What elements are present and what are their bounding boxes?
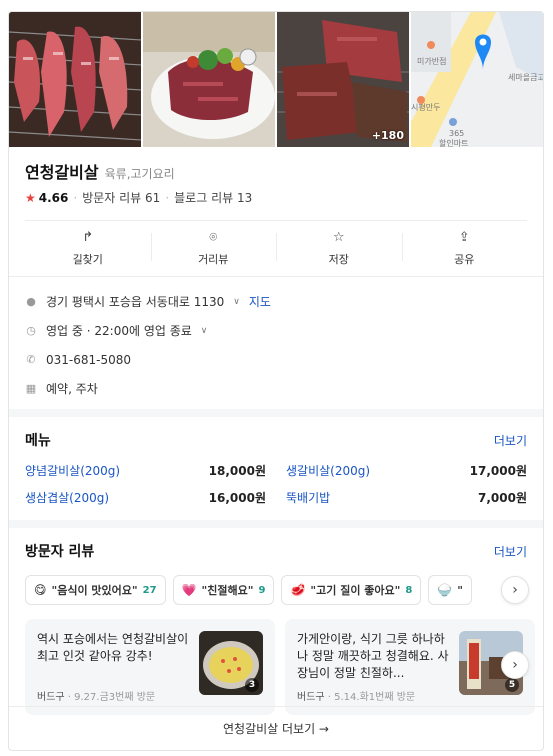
action-bar: ↱ 길찾기 ⌾ 거리뷰 ☆ 저장 ⇪ 공유 bbox=[25, 220, 527, 276]
map-label: 세마을금고 bbox=[508, 73, 543, 82]
review-more-link[interactable]: 더보기 bbox=[494, 543, 527, 560]
blog-review-count[interactable]: 블로그 리뷰 13 bbox=[174, 189, 252, 206]
place-card: +180 미가반점 세마을금고 시평만두 365 할인마트 연청갈비살 육류,고… bbox=[8, 11, 544, 751]
keyword-chip[interactable]: 🥩 "고기 질이 좋아요" 8 bbox=[281, 575, 422, 605]
map-label: 할인마트 bbox=[439, 138, 468, 147]
street-view-button[interactable]: ⌾ 거리뷰 bbox=[150, 221, 277, 276]
keyword-chip[interactable]: 💗 "친절해요" 9 bbox=[172, 575, 275, 605]
more-about-place-link[interactable]: 연청갈비살 더보기 → bbox=[9, 706, 543, 750]
share-button[interactable]: ⇪ 공유 bbox=[401, 221, 528, 276]
review-text: 가게안이랑, 식기 그릇 하나하나 정말 깨끗하고 청결해요. 사장님이 정말 … bbox=[297, 632, 449, 680]
review-text: 역시 포승에서는 연청갈비살이 최고 인것 같아유 강추! bbox=[37, 632, 189, 663]
photo-count: 3 bbox=[245, 678, 259, 692]
place-details: ● 경기 평택시 포승읍 서동대로 1130 ∨ 지도 ◷ 영업 중 · 22:… bbox=[9, 276, 543, 409]
review-meta: 버드구 · 5.14.화1번째 방문 bbox=[297, 692, 416, 703]
place-name[interactable]: 연청갈비살 bbox=[25, 159, 99, 183]
review-meta: 버드구 · 9.27.금3번째 방문 bbox=[37, 692, 156, 703]
location-pin-icon: ⌾ bbox=[209, 229, 218, 245]
address-text[interactable]: 경기 평택시 포승읍 서동대로 1130 bbox=[46, 293, 224, 310]
menu-item[interactable]: 뚝배기밥 7,000원 bbox=[286, 489, 527, 506]
review-card[interactable]: 가게안이랑, 식기 그릇 하나하나 정말 깨끗하고 청결해요. 사장님이 정말 … bbox=[285, 619, 535, 715]
chevron-right-icon[interactable]: › bbox=[501, 651, 529, 679]
menu-title: 메뉴 bbox=[25, 433, 51, 449]
location-pin-icon: ● bbox=[26, 295, 36, 308]
store-icon: ▦ bbox=[25, 382, 37, 395]
hours-text[interactable]: 영업 중 · 22:00에 영업 종료 bbox=[46, 322, 192, 339]
place-category: 육류,고기요리 bbox=[104, 167, 175, 181]
map-label: 시평만두 bbox=[411, 102, 440, 112]
menu-section: 메뉴 더보기 양념갈비살(200g) 18,000원 생갈비살(200g) 17… bbox=[9, 409, 543, 520]
amenities-text: 예약, 주차 bbox=[46, 382, 98, 396]
chevron-right-icon[interactable]: › bbox=[501, 576, 529, 604]
share-icon: ⇪ bbox=[458, 229, 470, 245]
meat-icon: 🥩 bbox=[290, 583, 306, 597]
photo-count-badge: +180 bbox=[371, 129, 404, 142]
keyword-chip-row: 😋 "음식이 맛있어요" 27 💗 "친절해요" 9 🥩 "고기 질이 좋아요"… bbox=[25, 575, 529, 607]
menu-more-link[interactable]: 더보기 bbox=[494, 432, 527, 449]
phone-icon: ✆ bbox=[26, 353, 36, 366]
directions-button[interactable]: ↱ 길찾기 bbox=[25, 221, 151, 276]
rating-value: 4.66 bbox=[38, 190, 69, 205]
star-icon: ★ bbox=[25, 190, 36, 205]
place-header: 연청갈비살 육류,고기요리 ★ 4.66 · 방문자 리뷰 61 · 블로그 리… bbox=[9, 147, 543, 206]
chevron-down-icon[interactable]: ∨ bbox=[201, 326, 208, 336]
review-photo[interactable]: 3 bbox=[199, 631, 263, 695]
visitor-review-count[interactable]: 방문자 리뷰 61 bbox=[82, 189, 160, 206]
save-button[interactable]: ☆ 저장 bbox=[276, 221, 402, 276]
review-author[interactable]: 버드구 bbox=[297, 692, 325, 703]
menu-item[interactable]: 생갈비살(200g) 17,000원 bbox=[286, 462, 527, 479]
menu-item[interactable]: 양념갈비살(200g) 18,000원 bbox=[25, 462, 266, 479]
photo-grilled-meat[interactable] bbox=[9, 12, 141, 147]
keyword-chip[interactable]: 🍚 " bbox=[428, 575, 473, 605]
hours-row: ◷ 영업 중 · 22:00에 영업 종료 ∨ bbox=[25, 316, 527, 345]
keyword-chip[interactable]: 😋 "음식이 맛있어요" 27 bbox=[25, 575, 166, 605]
menu-list: 양념갈비살(200g) 18,000원 생갈비살(200g) 17,000원 생… bbox=[25, 462, 527, 520]
directions-icon: ↱ bbox=[82, 229, 94, 245]
address-row: ● 경기 평택시 포승읍 서동대로 1130 ∨ 지도 bbox=[25, 287, 527, 316]
photo-count: 5 bbox=[505, 678, 519, 692]
yummy-face-icon: 😋 bbox=[34, 583, 47, 597]
review-section-title: 방문자 리뷰 bbox=[25, 544, 95, 560]
heart-icon: 💗 bbox=[181, 583, 197, 597]
review-card[interactable]: 역시 포승에서는 연청갈비살이 최고 인것 같아유 강추! 버드구 · 9.27… bbox=[25, 619, 275, 715]
phone-row: ✆ 031-681-5080 bbox=[25, 345, 527, 374]
chevron-down-icon[interactable]: ∨ bbox=[233, 297, 240, 307]
clock-icon: ◷ bbox=[26, 324, 36, 337]
review-author[interactable]: 버드구 bbox=[37, 692, 65, 703]
visitor-review-section: 방문자 리뷰 더보기 😋 "음식이 맛있어요" 27 💗 "친절해요" 9 🥩 … bbox=[9, 520, 543, 729]
star-outline-icon: ☆ bbox=[332, 229, 345, 245]
phone-number[interactable]: 031-681-5080 bbox=[46, 353, 131, 367]
place-stats: ★ 4.66 · 방문자 리뷰 61 · 블로그 리뷰 13 bbox=[25, 189, 253, 206]
mini-map[interactable]: 미가반점 세마을금고 시평만두 365 할인마트 bbox=[411, 12, 543, 147]
map-link[interactable]: 지도 bbox=[249, 293, 271, 310]
rice-bowl-icon: 🍚 bbox=[437, 583, 453, 597]
amenities-row: ▦ 예약, 주차 bbox=[25, 374, 527, 403]
map-label: 미가반점 bbox=[417, 56, 446, 66]
menu-item[interactable]: 생삼겹살(200g) 16,000원 bbox=[25, 489, 266, 506]
photo-strip: +180 미가반점 세마을금고 시평만두 365 할인마트 bbox=[9, 12, 543, 147]
map-label: 365 bbox=[449, 129, 464, 138]
photo-meat-plate[interactable] bbox=[143, 12, 275, 147]
photo-grill-meat[interactable]: +180 bbox=[277, 12, 409, 147]
